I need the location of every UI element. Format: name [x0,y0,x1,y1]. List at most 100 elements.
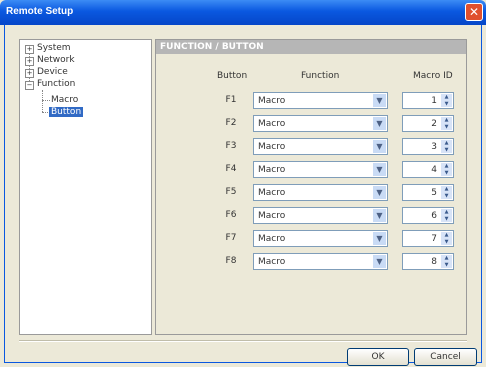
button-row: F8 Macro ▼ 8 ▲ ▼ [156,253,466,271]
macro-id-value: 8 [431,257,437,267]
tree-item-button[interactable]: Button [49,107,84,117]
function-select[interactable]: Macro ▼ [253,138,388,155]
column-header-button: Button [217,71,248,81]
macro-id-value: 3 [431,142,437,152]
button-row: F2 Macro ▼ 2 ▲ ▼ [156,115,466,133]
spinner-buttons: ▲ ▼ [441,117,452,130]
chevron-down-icon[interactable]: ▼ [373,232,386,245]
spin-up-icon[interactable]: ▲ [441,209,452,215]
macro-id-value: 6 [431,211,437,221]
tree-item-system[interactable]: System [37,43,71,53]
button-row: F5 Macro ▼ 5 ▲ ▼ [156,184,466,202]
macro-id-spinner[interactable]: 4 ▲ ▼ [402,161,454,178]
chevron-down-icon[interactable]: ▼ [373,209,386,222]
macro-id-spinner[interactable]: 6 ▲ ▼ [402,207,454,224]
spinner-buttons: ▲ ▼ [441,209,452,222]
button-label: F6 [225,210,237,220]
window-title: Remote Setup [6,6,74,17]
function-value: Macro [258,257,286,267]
chevron-down-icon[interactable]: ▼ [373,255,386,268]
footer-separator [19,340,467,342]
spin-down-icon[interactable]: ▼ [441,262,452,268]
spinner-buttons: ▲ ▼ [441,186,452,199]
ok-button[interactable]: OK [347,348,409,366]
macro-id-spinner[interactable]: 7 ▲ ▼ [402,230,454,247]
spin-down-icon[interactable]: ▼ [441,216,452,222]
macro-id-value: 1 [431,96,437,106]
expand-icon[interactable]: + [25,45,34,54]
expand-icon[interactable]: + [25,57,34,66]
tree-connector [42,90,43,112]
tree-connector [42,100,50,101]
button-row: F6 Macro ▼ 6 ▲ ▼ [156,207,466,225]
function-select[interactable]: Macro ▼ [253,92,388,109]
spin-up-icon[interactable]: ▲ [441,163,452,169]
function-value: Macro [258,142,286,152]
button-label: F8 [225,256,237,266]
function-value: Macro [258,165,286,175]
macro-id-value: 7 [431,234,437,244]
title-bar[interactable]: Remote Setup ✕ [0,0,486,25]
settings-tree: + System + Network + Device − Function M… [19,39,152,335]
button-label: F7 [225,233,237,243]
spin-up-icon[interactable]: ▲ [441,186,452,192]
button-label: F2 [225,118,237,128]
macro-id-spinner[interactable]: 8 ▲ ▼ [402,253,454,270]
spin-down-icon[interactable]: ▼ [441,193,452,199]
spin-down-icon[interactable]: ▼ [441,147,452,153]
function-select[interactable]: Macro ▼ [253,115,388,132]
spin-down-icon[interactable]: ▼ [441,124,452,130]
function-select[interactable]: Macro ▼ [253,184,388,201]
macro-id-spinner[interactable]: 5 ▲ ▼ [402,184,454,201]
function-select[interactable]: Macro ▼ [253,207,388,224]
cancel-button[interactable]: Cancel [414,348,477,366]
button-row: F1 Macro ▼ 1 ▲ ▼ [156,92,466,110]
macro-id-spinner[interactable]: 3 ▲ ▼ [402,138,454,155]
function-button-panel: FUNCTION / BUTTON Button Function Macro … [155,39,467,335]
spinner-buttons: ▲ ▼ [441,232,452,245]
function-value: Macro [258,234,286,244]
spinner-buttons: ▲ ▼ [441,94,452,107]
button-row: F4 Macro ▼ 4 ▲ ▼ [156,161,466,179]
spin-up-icon[interactable]: ▲ [441,255,452,261]
tree-item-network[interactable]: Network [37,55,75,65]
close-icon[interactable]: ✕ [465,3,483,21]
chevron-down-icon[interactable]: ▼ [373,94,386,107]
chevron-down-icon[interactable]: ▼ [373,163,386,176]
spin-down-icon[interactable]: ▼ [441,170,452,176]
function-select[interactable]: Macro ▼ [253,230,388,247]
spinner-buttons: ▲ ▼ [441,255,452,268]
tree-item-function[interactable]: Function [37,79,75,89]
button-row: F7 Macro ▼ 7 ▲ ▼ [156,230,466,248]
spinner-buttons: ▲ ▼ [441,140,452,153]
spin-up-icon[interactable]: ▲ [441,117,452,123]
macro-id-value: 5 [431,188,437,198]
macro-id-value: 4 [431,165,437,175]
chevron-down-icon[interactable]: ▼ [373,186,386,199]
macro-id-value: 2 [431,119,437,129]
spin-up-icon[interactable]: ▲ [441,140,452,146]
column-header-macro-id: Macro ID [413,71,453,81]
chevron-down-icon[interactable]: ▼ [373,117,386,130]
spin-down-icon[interactable]: ▼ [441,101,452,107]
tree-item-macro[interactable]: Macro [51,95,78,105]
function-value: Macro [258,188,286,198]
spin-up-icon[interactable]: ▲ [441,94,452,100]
function-select[interactable]: Macro ▼ [253,253,388,270]
chevron-down-icon[interactable]: ▼ [373,140,386,153]
function-value: Macro [258,211,286,221]
button-label: F4 [225,164,237,174]
collapse-icon[interactable]: − [25,81,34,90]
function-select[interactable]: Macro ▼ [253,161,388,178]
spin-down-icon[interactable]: ▼ [441,239,452,245]
spin-up-icon[interactable]: ▲ [441,232,452,238]
macro-id-spinner[interactable]: 1 ▲ ▼ [402,92,454,109]
expand-icon[interactable]: + [25,69,34,78]
macro-id-spinner[interactable]: 2 ▲ ▼ [402,115,454,132]
button-label: F3 [225,141,237,151]
button-label: F5 [225,187,237,197]
spinner-buttons: ▲ ▼ [441,163,452,176]
function-value: Macro [258,119,286,129]
remote-setup-window: Remote Setup ✕ + System + Network + Devi… [0,0,486,367]
tree-item-device[interactable]: Device [37,67,68,77]
